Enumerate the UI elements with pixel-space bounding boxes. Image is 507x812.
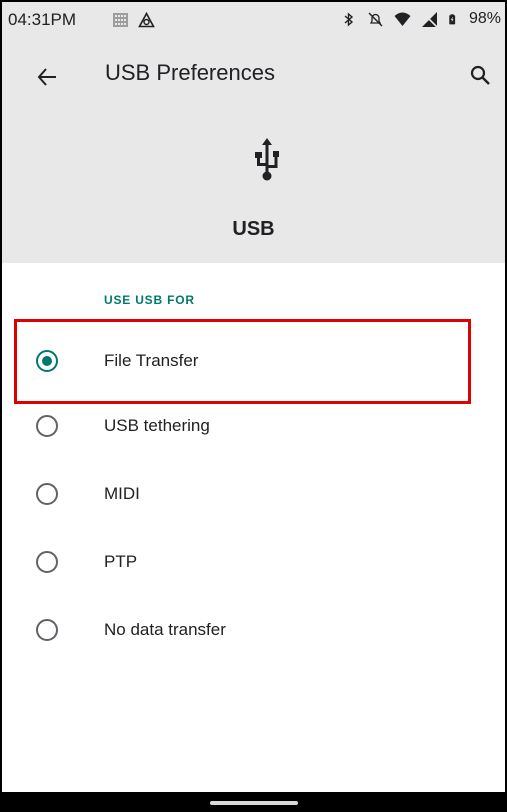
notifications-off-icon — [368, 12, 383, 26]
option-label: USB tethering — [104, 416, 210, 435]
back-button[interactable] — [30, 60, 64, 94]
sim-card-icon — [113, 13, 128, 27]
search-icon — [470, 65, 490, 85]
page-title: USB Preferences — [105, 60, 275, 85]
option-label: File Transfer — [104, 351, 199, 370]
option-label: PTP — [104, 552, 138, 571]
vpn-icon — [138, 12, 155, 28]
radio-button[interactable] — [36, 350, 58, 372]
home-handle[interactable] — [210, 801, 298, 805]
option-label: No data transfer — [104, 620, 226, 639]
option-midi[interactable]: MIDI — [2, 462, 505, 526]
usb-icon — [255, 138, 279, 181]
status-time: 04:31PM — [8, 10, 77, 29]
screen-frame: 04:31PM 98% USB Preferences USB USE USB … — [0, 0, 507, 812]
app-bar: USB Preferences — [2, 38, 505, 114]
radio-button[interactable] — [36, 619, 58, 641]
cellular-icon — [421, 11, 438, 28]
option-file-transfer[interactable]: File Transfer — [2, 329, 505, 393]
radio-button[interactable] — [36, 483, 58, 505]
radio-button[interactable] — [36, 551, 58, 573]
status-bar: 04:31PM 98% — [2, 2, 505, 38]
status-icons: 98% — [340, 10, 501, 28]
search-button[interactable] — [463, 58, 497, 92]
battery-icon — [449, 13, 456, 24]
usb-header: USB — [2, 114, 505, 263]
bluetooth-icon — [344, 11, 354, 27]
radio-button[interactable] — [36, 415, 58, 437]
option-ptp[interactable]: PTP — [2, 530, 505, 594]
option-no-data-transfer[interactable]: No data transfer — [2, 598, 505, 662]
section-title: USE USB FOR — [104, 293, 195, 307]
wifi-icon — [394, 12, 411, 26]
option-usb-tethering[interactable]: USB tethering — [2, 394, 505, 458]
battery-percent: 98% — [468, 10, 501, 27]
navigation-bar — [0, 792, 507, 812]
option-label: MIDI — [104, 484, 140, 503]
arrow-back-icon — [37, 68, 56, 86]
usb-label: USB — [232, 218, 275, 240]
